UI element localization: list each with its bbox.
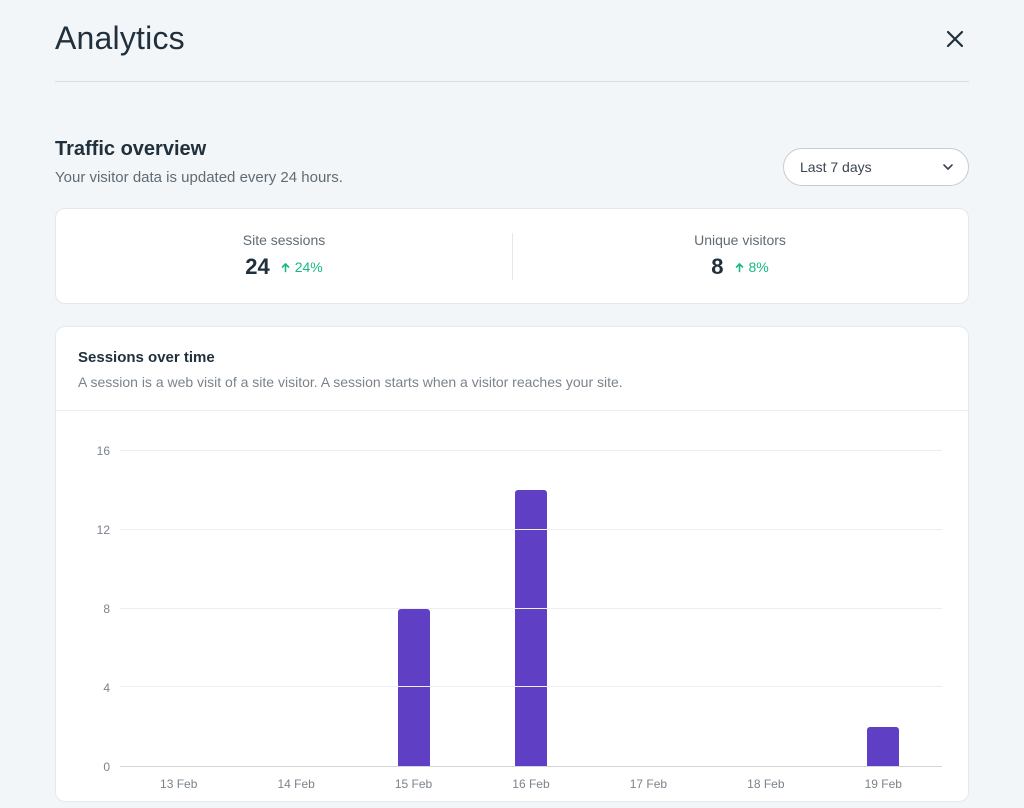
chart-gridline <box>120 608 942 609</box>
sessions-chart-card: Sessions over time A session is a web vi… <box>55 326 969 802</box>
arrow-up-icon <box>280 262 291 273</box>
chart-ytick: 4 <box>82 681 110 695</box>
chart-xtick: 18 Feb <box>707 777 824 791</box>
stat-label: Site sessions <box>243 232 325 248</box>
chart-gridline <box>120 529 942 530</box>
overview-title: Traffic overview <box>55 138 343 161</box>
chart-bar-slot <box>472 451 589 766</box>
date-range-dropdown[interactable]: Last 7 days <box>783 148 969 186</box>
stat-value: 24 <box>245 254 269 280</box>
chart-bar-slot <box>590 451 707 766</box>
chart-header: Sessions over time A session is a web vi… <box>56 327 968 411</box>
stat-unique-visitors: Unique visitors 8 8% <box>512 209 968 303</box>
panel-header: Analytics <box>55 20 969 82</box>
chart-bar-slot <box>237 451 354 766</box>
chart-title: Sessions over time <box>78 349 946 366</box>
chart-xtick: 16 Feb <box>472 777 589 791</box>
stat-label: Unique visitors <box>694 232 786 248</box>
chart-ytick: 16 <box>82 444 110 458</box>
stat-delta: 24% <box>280 259 323 275</box>
stat-delta-value: 24% <box>295 259 323 275</box>
chart-bars <box>120 451 942 766</box>
chart-yaxis: 0481216 <box>82 451 120 767</box>
chart-bar-slot <box>707 451 824 766</box>
chart-bar <box>398 609 430 767</box>
chart-bar-slot <box>825 451 942 766</box>
chart-xtick: 15 Feb <box>355 777 472 791</box>
stat-value: 8 <box>711 254 723 280</box>
chart-bar-slot <box>355 451 472 766</box>
arrow-up-icon <box>734 262 745 273</box>
chart-area: 0 4 8 12 16 13 Feb14 Feb15 Feb16 Feb17 Feb18… <box>56 411 968 801</box>
chart-ytick: 8 <box>82 602 110 616</box>
close-icon <box>945 29 965 49</box>
overview-subtitle: Your visitor data is updated every 24 ho… <box>55 169 343 186</box>
stats-card: Site sessions 24 24% Unique visitors 8 <box>55 208 969 304</box>
chart-xaxis: 13 Feb14 Feb15 Feb16 Feb17 Feb18 Feb19 F… <box>120 777 942 791</box>
chart-bar <box>867 727 899 766</box>
overview-heading: Traffic overview Your visitor data is up… <box>55 138 343 186</box>
chart-bar <box>515 490 547 766</box>
chevron-down-icon <box>942 161 954 173</box>
chart-bar-slot <box>120 451 237 766</box>
chart-gridline <box>120 686 942 687</box>
chart-ytick: 0 <box>82 760 110 774</box>
date-range-selected: Last 7 days <box>800 159 872 175</box>
chart-xtick: 14 Feb <box>237 777 354 791</box>
chart-gridline <box>120 450 942 451</box>
chart-ytick: 12 <box>82 523 110 537</box>
close-button[interactable] <box>941 25 969 53</box>
page-title: Analytics <box>55 20 185 57</box>
stat-site-sessions: Site sessions 24 24% <box>56 209 512 303</box>
chart-description: A session is a web visit of a site visit… <box>78 374 946 390</box>
chart-xtick: 17 Feb <box>590 777 707 791</box>
stat-delta-value: 8% <box>749 259 769 275</box>
chart-xtick: 13 Feb <box>120 777 237 791</box>
stat-delta: 8% <box>734 259 769 275</box>
chart-xtick: 19 Feb <box>825 777 942 791</box>
chart-grid <box>120 451 942 767</box>
